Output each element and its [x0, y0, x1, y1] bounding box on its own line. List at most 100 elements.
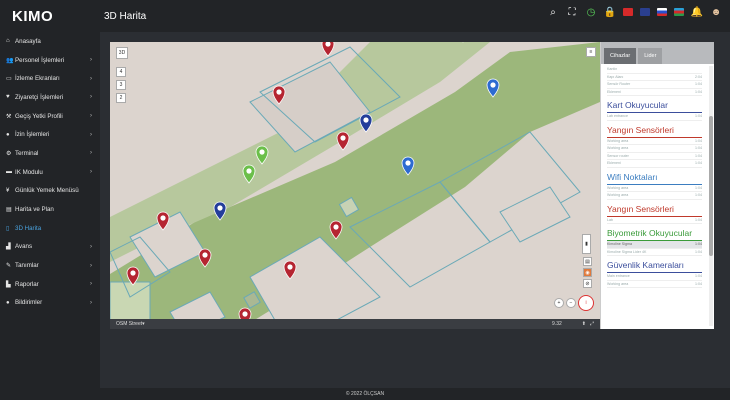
notification-bell-icon[interactable]: 🔔	[691, 6, 703, 18]
device-row[interactable]: Kimoline Sigma Lider 4K 1:04	[607, 249, 702, 256]
menu-icon[interactable]: ≡	[586, 47, 596, 57]
sidebar-item-map3d[interactable]: ▯ 3D Harita	[0, 219, 100, 238]
device-row[interactable]: Working area 1:04	[607, 281, 702, 288]
tab-leader[interactable]: Lider	[638, 48, 663, 64]
device-time: 1:04	[695, 146, 702, 151]
floor-button-3[interactable]: 3	[116, 80, 126, 90]
chevron-right-icon: ›	[90, 262, 92, 269]
device-row[interactable]: Kimoline Sigma 1:04	[607, 241, 702, 249]
zoom-out-button[interactable]: −	[566, 298, 576, 308]
main-area: 3D 4 3 2 ≡ ▮ ▤ ◉ ⊘ + − i OSM Street ▾ 9.…	[100, 32, 730, 388]
expand-icon[interactable]: ⤢	[590, 321, 594, 327]
sidebar-item-users[interactable]: 👥 Personel İşlemleri ›	[0, 51, 100, 70]
fullscreen-icon[interactable]: ⛶	[566, 6, 578, 18]
sidebar-item-definitions[interactable]: ✎ Tanımlar ›	[0, 256, 100, 275]
monitor-icon: ▭	[6, 76, 12, 83]
sidebar-item-monitor[interactable]: ▭ İzleme Ekranları ›	[0, 69, 100, 88]
device-name: Working area	[607, 185, 629, 190]
sidebar-item-home[interactable]: ⌂ Anasayfa	[0, 32, 100, 51]
floor-button-2[interactable]: 2	[116, 93, 126, 103]
key-icon: ⚒	[6, 113, 12, 120]
section-title[interactable]: Güvenlik Kameraları	[607, 260, 702, 273]
sidebar-item-map[interactable]: ▤ Harita ve Plan	[0, 200, 100, 219]
hr-icon: ▬	[6, 169, 12, 176]
device-name: Sensor router	[607, 153, 629, 158]
tab-devices[interactable]: Cihazlar	[604, 48, 637, 64]
device-row[interactable]: Sensor router 1:04	[607, 153, 702, 160]
sidebar-item-label: 3D Harita	[15, 224, 42, 232]
chevron-right-icon: ›	[90, 243, 92, 250]
device-row[interactable]: Lab entrance 1:04	[607, 113, 702, 121]
sidebar-item-visitor[interactable]: ♥ Ziyaretçi İşlemleri ›	[0, 88, 100, 107]
clock-icon[interactable]: ◷	[585, 6, 597, 18]
user-avatar-icon[interactable]: ☻	[710, 6, 722, 18]
sidebar-item-reports[interactable]: ▙ Raporlar ›	[0, 275, 100, 294]
device-time: 1:04	[695, 161, 702, 166]
sidebar-item-advance[interactable]: ▟ Avans ›	[0, 238, 100, 257]
device-row[interactable]: Working area 1:04	[607, 138, 702, 145]
sidebar-item-label: Anasayfa	[15, 37, 41, 45]
panel-scrollbar[interactable]	[709, 66, 713, 326]
device-row[interactable]: Lab 1:04	[607, 217, 702, 224]
section-title[interactable]: Wifi Noktaları	[607, 172, 702, 185]
section-title[interactable]: Yangın Sensörleri	[607, 125, 702, 138]
device-row[interactable]: Kapı Alanı 2:04	[607, 74, 702, 81]
sidebar-item-notifications[interactable]: ● Bildirimler ›	[0, 294, 100, 313]
section-title[interactable]: Yangın Sensörleri	[607, 204, 702, 217]
device-row[interactable]: Kantin	[607, 66, 702, 74]
view-3d-toggle[interactable]: 3D	[116, 47, 128, 59]
floor-button-4[interactable]: 4	[116, 67, 126, 77]
sidebar-item-hr[interactable]: ▬ IK Modulu ›	[0, 163, 100, 182]
device-row[interactable]: Working area 1:04	[607, 145, 702, 153]
chevron-right-icon: ›	[90, 169, 92, 176]
chevron-right-icon: ›	[90, 75, 92, 82]
flag-uk-icon[interactable]	[640, 8, 650, 16]
sidebar-item-terminal[interactable]: ⚙ Terminal ›	[0, 144, 100, 163]
rotate-icon[interactable]: ▮	[582, 234, 591, 254]
device-row[interactable]: Sensör Router 1:04	[607, 81, 702, 89]
scrollbar-thumb[interactable]	[709, 116, 713, 256]
brand-logo[interactable]: KIMO	[0, 8, 100, 25]
device-panel: Cihazlar Lider Kantin Kapı Alanı 2:04 Sensö…	[600, 42, 714, 329]
sidebar-item-label: IK Modulu	[15, 168, 43, 176]
device-row[interactable]: Ekleneni 1:04	[607, 89, 702, 96]
sidebar-item-food[interactable]: ¥ Günlük Yemek Menüsü	[0, 182, 100, 201]
device-row[interactable]: Ekleneni 1:04	[607, 160, 702, 168]
sidebar-item-label: Raporlar	[15, 280, 39, 288]
search-icon[interactable]: ⌕	[547, 6, 559, 18]
flag-russia-icon[interactable]	[657, 8, 667, 16]
sidebar-item-key[interactable]: ⚒ Geçiş Yetki Profili ›	[0, 107, 100, 126]
map-view[interactable]: 3D 4 3 2 ≡ ▮ ▤ ◉ ⊘ + − i OSM Street ▾ 9.…	[110, 42, 600, 329]
pan-icon[interactable]: ▤	[583, 257, 592, 266]
basemap-selector[interactable]: OSM Street	[116, 321, 142, 327]
notifications-icon: ●	[6, 299, 10, 306]
sidebar-item-leave[interactable]: ● İzin İşlemleri ›	[0, 125, 100, 144]
zoom-in-button[interactable]: +	[554, 298, 564, 308]
locate-icon[interactable]: ◉	[583, 268, 592, 277]
sidebar-nav: ⌂ Anasayfa 👥 Personel İşlemleri › ▭ İzleme Ekr…	[0, 32, 100, 312]
device-row[interactable]: Main entrance 1:04	[607, 273, 702, 281]
section-title[interactable]: Biyometrik Okuyucular	[607, 228, 702, 241]
device-time: 2:04	[695, 74, 702, 79]
device-name: Lab	[607, 217, 613, 222]
sidebar-item-label: Bildirimler	[15, 299, 43, 307]
device-row[interactable]: Working area 1:04	[607, 185, 702, 192]
device-name: Main entrance	[607, 274, 630, 279]
device-name: Ekleneni	[607, 161, 621, 166]
compass-icon[interactable]: ⊘	[583, 279, 592, 288]
top-icons: ⌕ ⛶ ◷ 🔒 🔔 ☻	[547, 6, 722, 18]
chevron-right-icon: ›	[90, 299, 92, 306]
lock-icon[interactable]: 🔒	[604, 6, 616, 18]
device-row[interactable]: Working area 1:04	[607, 192, 702, 200]
info-icon[interactable]: i	[578, 295, 594, 311]
sidebar-item-label: Harita ve Plan	[15, 206, 54, 214]
sidebar-item-label: Terminal	[15, 149, 39, 157]
compass-arrow-icon[interactable]: ⬆	[582, 321, 586, 327]
map-status-bar: OSM Street ▾ 9.32 ⬆ ⤢	[110, 319, 600, 329]
chevron-right-icon: ›	[90, 131, 92, 138]
flag-turkey-icon[interactable]	[623, 8, 633, 16]
section-title[interactable]: Kart Okuyucular	[607, 100, 702, 113]
map-canvas[interactable]	[110, 42, 600, 329]
device-name: Ekleneni	[607, 89, 621, 94]
flag-azerbaijan-icon[interactable]	[674, 8, 684, 16]
